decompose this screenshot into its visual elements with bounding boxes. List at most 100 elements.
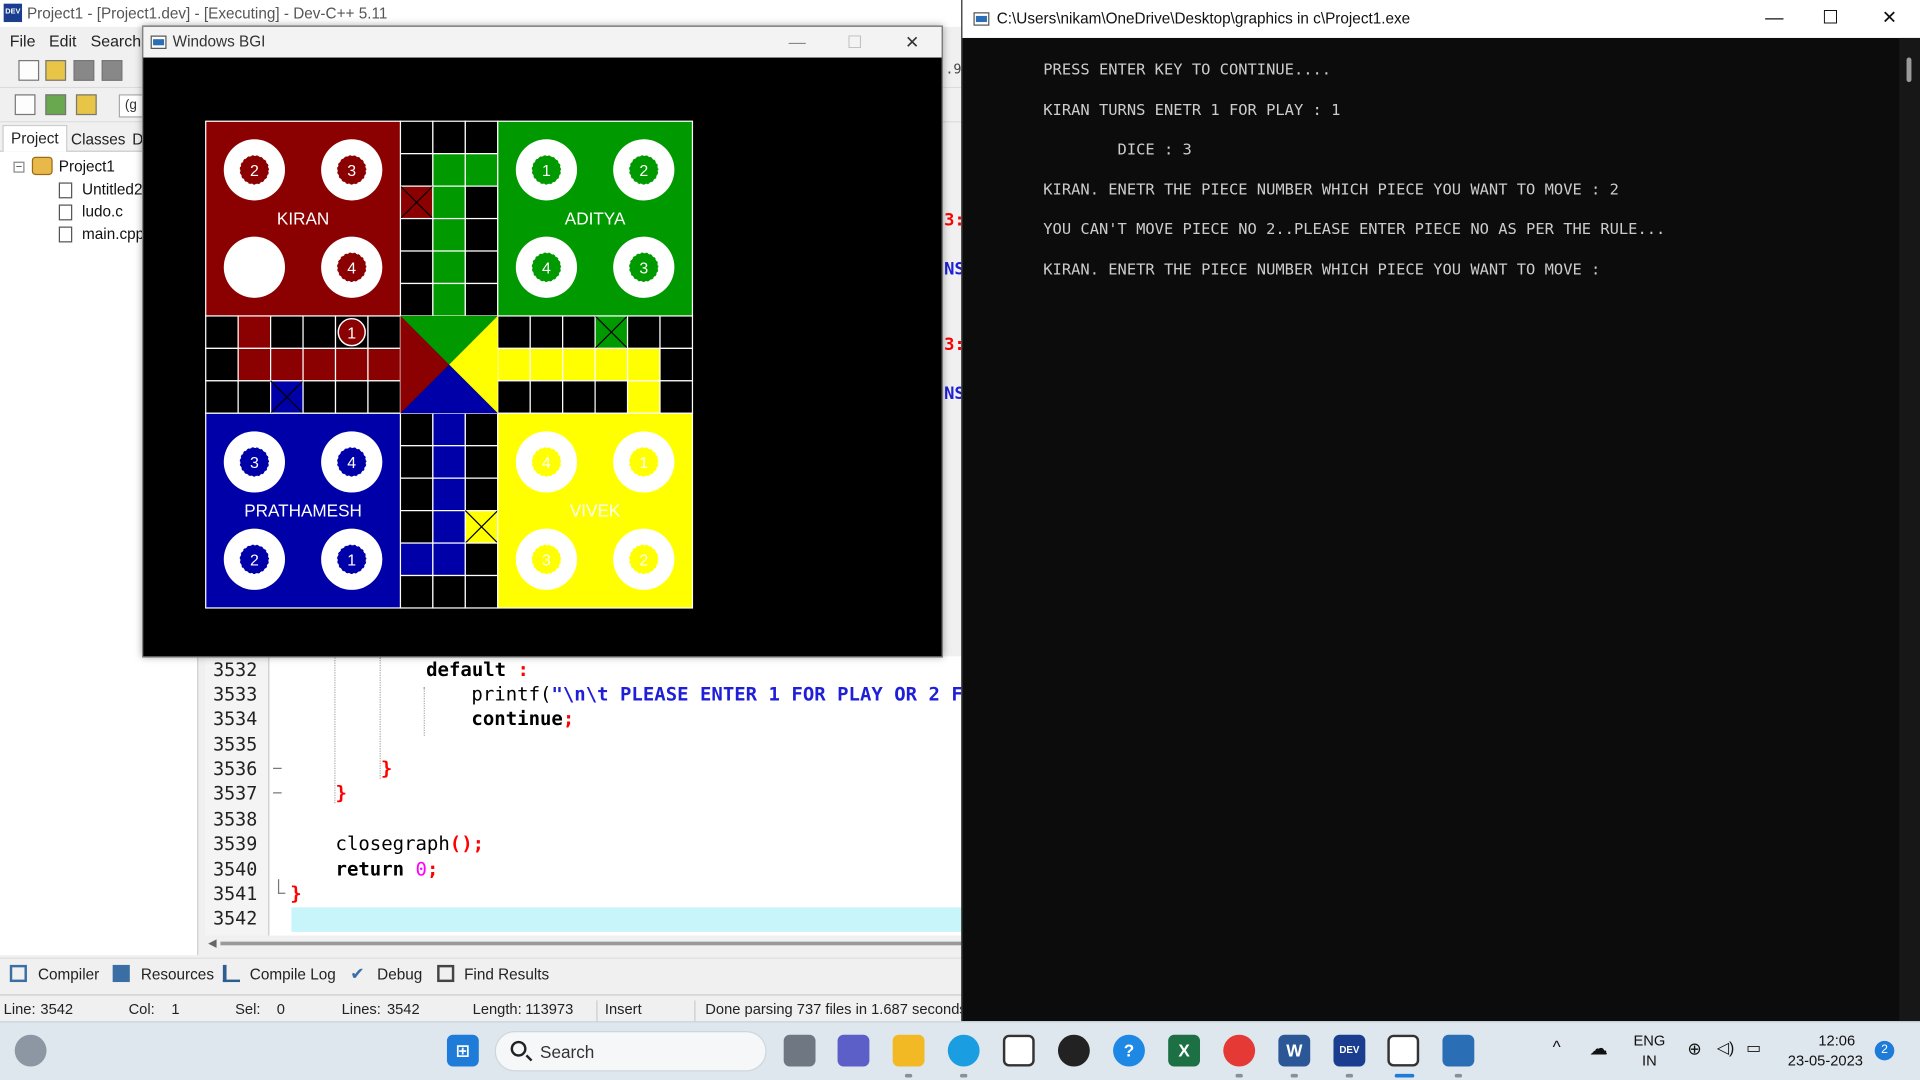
maximize-icon[interactable]: ☐ bbox=[1802, 0, 1858, 38]
token-number: 2 bbox=[639, 552, 648, 569]
weather-widget-icon[interactable] bbox=[14, 1034, 47, 1067]
track-cell bbox=[432, 574, 466, 609]
indent-guide bbox=[423, 686, 425, 736]
new-file-icon[interactable] bbox=[18, 60, 40, 81]
track-cell bbox=[464, 282, 499, 317]
track-cell bbox=[529, 347, 564, 382]
track-cell bbox=[464, 574, 499, 609]
project-icon bbox=[31, 156, 53, 176]
console-taskbar-icon[interactable] bbox=[1442, 1034, 1475, 1067]
tab-resources[interactable]: Resources bbox=[141, 966, 214, 983]
menu-search[interactable]: Search bbox=[91, 32, 141, 50]
token-number: 4 bbox=[347, 260, 356, 277]
tray-chevron-icon[interactable]: ^ bbox=[1553, 1037, 1561, 1057]
line-number: 3533 bbox=[213, 683, 258, 706]
save-icon[interactable] bbox=[73, 60, 95, 81]
track-cell bbox=[205, 380, 239, 414]
running-indicator bbox=[1454, 1073, 1463, 1078]
open-file-icon[interactable] bbox=[45, 60, 67, 81]
active-indicator bbox=[1394, 1073, 1415, 1078]
app-circle-icon[interactable] bbox=[1057, 1034, 1090, 1067]
track-cell bbox=[594, 347, 629, 382]
edge-icon[interactable] bbox=[947, 1034, 980, 1067]
tree-file-untitled2[interactable]: Untitled2 bbox=[82, 181, 142, 198]
bookmark-icon[interactable] bbox=[75, 94, 97, 116]
tab-debug-output[interactable]: Debug bbox=[377, 966, 422, 983]
help-icon[interactable]: ? bbox=[1113, 1034, 1145, 1067]
volume-icon[interactable]: ◁) bbox=[1717, 1038, 1735, 1058]
word-icon[interactable]: W bbox=[1278, 1034, 1311, 1067]
track-cell bbox=[399, 120, 434, 155]
microsoft-store-icon[interactable] bbox=[1002, 1034, 1035, 1067]
menu-file[interactable]: File bbox=[10, 32, 36, 50]
minimize-icon[interactable]: — bbox=[773, 27, 822, 58]
tree-file-main[interactable]: main.cpp bbox=[82, 225, 144, 242]
windows-start-icon[interactable]: ⊞ bbox=[446, 1034, 479, 1067]
indent-icon[interactable] bbox=[14, 94, 36, 116]
language-top[interactable]: ENG bbox=[1633, 1032, 1665, 1049]
fold-marker[interactable] bbox=[273, 767, 282, 769]
editor-horizontal-scrollbar[interactable]: ◀ bbox=[205, 935, 968, 951]
devcpp-taskbar-icon[interactable]: DEV bbox=[1333, 1034, 1366, 1067]
collapse-toggle-icon[interactable]: − bbox=[13, 161, 25, 173]
fold-marker[interactable] bbox=[277, 892, 286, 894]
taskbar-search[interactable]: Search bbox=[494, 1031, 767, 1072]
tab-compiler[interactable]: Compiler bbox=[38, 966, 99, 983]
player-name-red: KIRAN bbox=[277, 209, 329, 229]
excel-icon[interactable]: X bbox=[1168, 1034, 1201, 1067]
menu-edit[interactable]: Edit bbox=[49, 32, 76, 50]
task-view-icon[interactable] bbox=[783, 1034, 816, 1067]
scroll-left-icon[interactable]: ◀ bbox=[208, 937, 216, 950]
console-line[interactable]: KIRAN. ENETR THE PIECE NUMBER WHICH PIEC… bbox=[1043, 260, 1600, 278]
running-indicator bbox=[1345, 1073, 1354, 1078]
line-number: 3539 bbox=[213, 832, 258, 855]
code-token-function: printf( bbox=[471, 683, 552, 706]
goto-icon[interactable] bbox=[45, 94, 67, 116]
track-cell bbox=[464, 250, 499, 285]
bgi-window-taskbar-icon[interactable] bbox=[1387, 1034, 1420, 1067]
tab-find-results[interactable]: Find Results bbox=[464, 966, 549, 983]
track-cell bbox=[302, 315, 337, 349]
status-message: Done parsing 737 files in 1.687 seconds bbox=[705, 1000, 967, 1018]
code-line-3534: continue; bbox=[471, 708, 574, 730]
tab-classes[interactable]: Classes bbox=[71, 131, 125, 148]
track-cell bbox=[302, 380, 337, 414]
clock-time[interactable]: 12:06 bbox=[1818, 1032, 1855, 1049]
language-bottom[interactable]: IN bbox=[1642, 1052, 1657, 1069]
token-number: 4 bbox=[542, 260, 551, 277]
ludo-board-canvas[interactable]: KIRAN ADITYA PRATHAMESH VIVEK 2 3 4 1 2 4 3 3 4 2 1 4 1… bbox=[143, 58, 941, 658]
fold-marker[interactable] bbox=[273, 792, 282, 794]
save-all-icon[interactable] bbox=[101, 60, 123, 81]
scrollbar-thumb[interactable] bbox=[220, 941, 968, 946]
clock-date[interactable]: 23-05-2023 bbox=[1788, 1052, 1863, 1069]
track-cell bbox=[367, 380, 402, 414]
maximize-icon[interactable]: ☐ bbox=[830, 27, 879, 58]
tab-compile-log[interactable]: Compile Log bbox=[250, 966, 336, 983]
console-line: YOU CAN'T MOVE PIECE NO 2..PLEASE ENTER … bbox=[1043, 219, 1666, 238]
tree-file-ludo[interactable]: ludo.c bbox=[82, 203, 123, 220]
code-line-3537: } bbox=[335, 782, 347, 805]
minimize-icon[interactable]: — bbox=[1746, 0, 1802, 38]
console-scrollbar[interactable] bbox=[1899, 37, 1920, 1022]
bgi-titlebar: Windows BGI — ☐ ✕ bbox=[143, 26, 942, 58]
tree-project-item[interactable]: Project1 bbox=[59, 158, 115, 175]
close-icon[interactable]: ✕ bbox=[1861, 0, 1917, 38]
line-number: 3537 bbox=[213, 782, 258, 805]
notification-badge[interactable]: 2 bbox=[1874, 1040, 1895, 1061]
network-icon[interactable]: ⊕ bbox=[1687, 1038, 1701, 1059]
chrome-icon[interactable] bbox=[1223, 1034, 1256, 1067]
code-editor[interactable]: 3532 3533 3534 3535 3536 3537 3538 3539 … bbox=[205, 656, 968, 936]
tab-project[interactable]: Project bbox=[2, 124, 68, 152]
battery-icon[interactable]: ▭ bbox=[1746, 1038, 1761, 1058]
bgi-window: Windows BGI — ☐ ✕ KIRAN ADITYA PRATHAMESH V… bbox=[142, 25, 943, 658]
console-window-title: C:\Users\nikam\OneDrive\Desktop\graphics… bbox=[996, 9, 1411, 27]
track-cell bbox=[529, 315, 564, 349]
track-cell bbox=[399, 445, 434, 479]
console-line: PRESS ENTER KEY TO CONTINUE.... bbox=[1043, 60, 1332, 79]
track-cell bbox=[464, 153, 499, 187]
file-explorer-icon[interactable] bbox=[892, 1034, 925, 1067]
teams-chat-icon[interactable] bbox=[837, 1034, 870, 1067]
onedrive-icon[interactable]: ☁ bbox=[1589, 1037, 1607, 1059]
close-icon[interactable]: ✕ bbox=[888, 27, 937, 58]
scrollbar-thumb[interactable] bbox=[1906, 57, 1912, 83]
